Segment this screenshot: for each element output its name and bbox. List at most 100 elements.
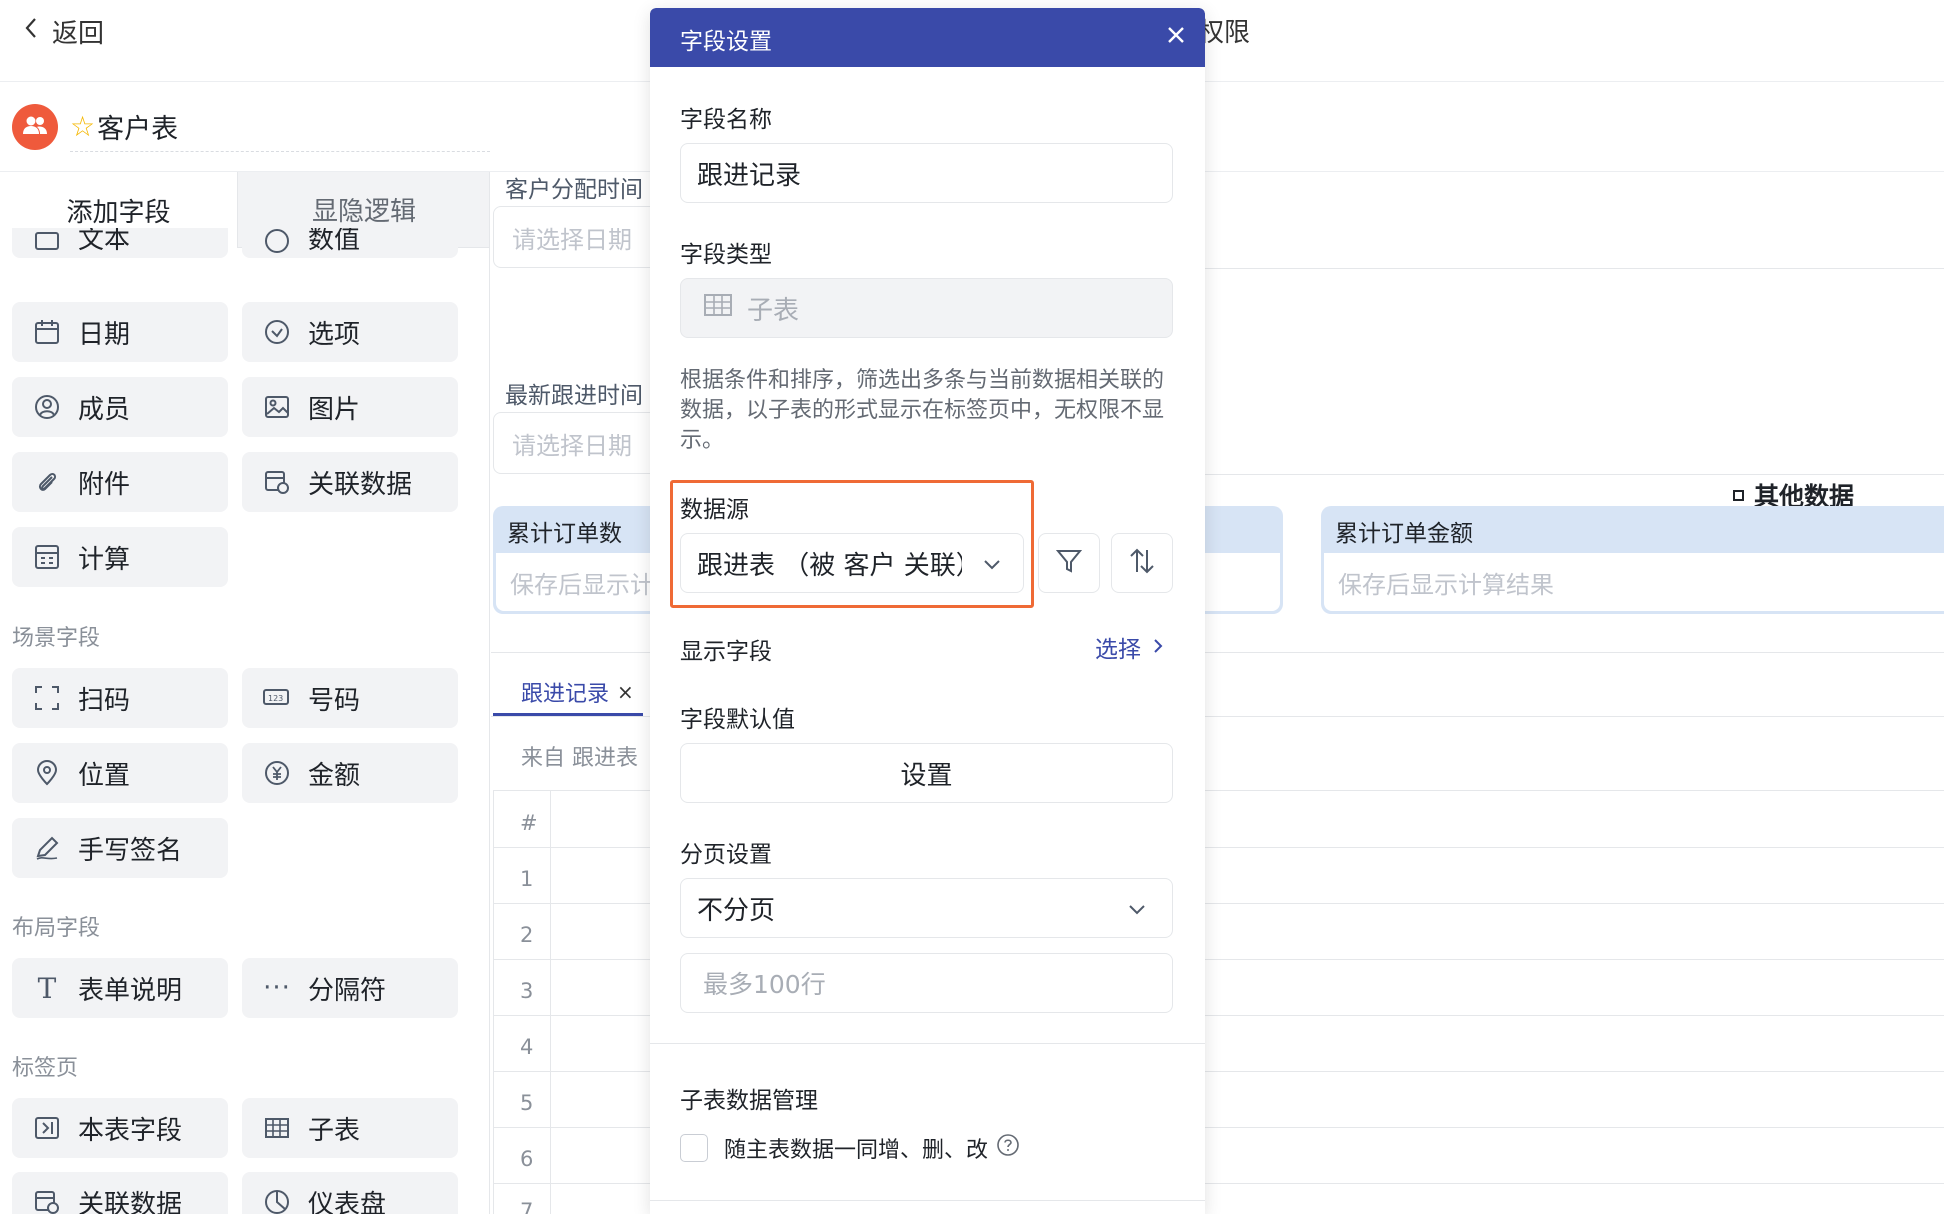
field-signature-label: 手写签名 xyxy=(78,835,183,866)
filter-icon xyxy=(1054,546,1084,580)
field-tab-related-data[interactable]: 关联数据 xyxy=(12,1172,228,1214)
field-option[interactable]: 选项 xyxy=(242,302,458,362)
field-code-number-label: 号码 xyxy=(308,685,361,716)
help-circle-icon[interactable] xyxy=(996,1133,1020,1163)
field-calculation-label: 计算 xyxy=(78,544,131,575)
star-icon[interactable]: ☆ xyxy=(70,110,95,143)
close-button[interactable] xyxy=(1161,22,1191,52)
row-number: 3 xyxy=(520,979,534,1003)
back-label: 返回 xyxy=(52,18,105,49)
tab-close-icon[interactable]: × xyxy=(617,680,634,704)
sync-checkbox-row: 随主表数据一同增、删、改 xyxy=(724,1132,1020,1164)
field-subtable-label: 子表 xyxy=(308,1115,361,1146)
paperclip-icon xyxy=(32,467,62,497)
field-dashboard[interactable]: 仪表盘 xyxy=(242,1172,458,1214)
data-source-label: 数据源 xyxy=(680,497,749,523)
ellipsis-icon: ··· xyxy=(263,973,291,1003)
svg-text:123: 123 xyxy=(268,694,283,703)
grid-table-icon xyxy=(262,1113,292,1143)
sync-checkbox-label: 随主表数据一同增、删、改 xyxy=(724,1138,989,1163)
field-location[interactable]: 位置 xyxy=(12,743,228,803)
field-form-description[interactable]: T 表单说明 xyxy=(12,958,228,1018)
field-this-table-label: 本表字段 xyxy=(78,1115,183,1146)
square-bullet-icon xyxy=(1733,489,1744,501)
section-tab-fields: 标签页 xyxy=(12,1056,79,1081)
field-date[interactable]: 日期 xyxy=(12,302,228,362)
related-data-icon xyxy=(32,1187,62,1214)
dialog-header: 字段设置 xyxy=(650,8,1205,67)
section-layout-fields: 布局字段 xyxy=(12,916,101,941)
divider-line xyxy=(1191,268,1944,269)
pagination-value: 不分页 xyxy=(697,895,776,926)
chevron-down-icon xyxy=(1128,893,1146,923)
source-note: 来自 跟进表 xyxy=(521,746,638,771)
table-fields-icon xyxy=(32,1113,62,1143)
permission-tab[interactable]: 权限 xyxy=(1198,12,1250,49)
field-amount[interactable]: 金额 xyxy=(242,743,458,803)
field-attachment[interactable]: 附件 xyxy=(12,452,228,512)
sort-button[interactable] xyxy=(1111,533,1173,593)
field-settings-dialog: 字段设置 字段名称 跟进记录 字段类型 子表 根据条件和排序，筛选出多条与当前数… xyxy=(650,8,1205,1214)
tab-follow-records-label: 跟进记录 xyxy=(521,681,610,707)
order-amount-label: 累计订单金额 xyxy=(1335,521,1473,547)
app-root: 返回 权限 ☆ 客户表 添加字段 显隐逻辑 文本 数值 日期 选项 成员 图片 … xyxy=(0,0,1944,1214)
display-fields-label: 显示字段 xyxy=(680,639,772,665)
field-option-label: 选项 xyxy=(308,319,361,350)
section-scene-fields: 场景字段 xyxy=(12,626,101,651)
tab-follow-records[interactable]: 跟进记录 × xyxy=(493,670,643,716)
default-value-set-button[interactable]: 设置 xyxy=(680,743,1173,803)
choose-label: 选择 xyxy=(1095,637,1141,663)
order-amount-card[interactable]: 累计订单金额 保存后显示计算结果 xyxy=(1321,506,1944,614)
row-number: 1 xyxy=(520,867,534,891)
field-divider[interactable]: ··· 分隔符 xyxy=(242,958,458,1018)
field-number-label: 数值 xyxy=(308,228,361,255)
grid-column-divider xyxy=(550,791,551,1214)
field-scan[interactable]: 扫码 xyxy=(12,668,228,728)
form-title[interactable]: ☆ 客户表 xyxy=(70,104,490,152)
field-type-label: 字段类型 xyxy=(680,242,772,268)
row-number: 4 xyxy=(520,1035,534,1059)
field-tab-related-data-label: 关联数据 xyxy=(78,1189,183,1214)
row-number: 6 xyxy=(520,1147,534,1171)
sync-checkbox[interactable] xyxy=(680,1134,708,1162)
field-name-input[interactable]: 跟进记录 xyxy=(680,143,1173,203)
field-text-label: 文本 xyxy=(78,228,131,255)
divider-line xyxy=(1191,474,1944,475)
chevron-right-icon xyxy=(1153,634,1163,660)
field-amount-label: 金额 xyxy=(308,760,361,791)
chevron-down-icon xyxy=(983,548,1001,578)
field-this-table[interactable]: 本表字段 xyxy=(12,1098,228,1158)
field-calculation[interactable]: 计算 xyxy=(12,527,228,587)
sort-arrows-icon xyxy=(1127,546,1157,580)
chevron-left-icon xyxy=(24,16,38,46)
field-member[interactable]: 成员 xyxy=(12,377,228,437)
field-text[interactable]: 文本 xyxy=(12,228,228,258)
option-check-icon xyxy=(262,317,292,347)
field-form-description-label: 表单说明 xyxy=(78,975,183,1006)
field-image[interactable]: 图片 xyxy=(242,377,458,437)
field-number[interactable]: 数值 xyxy=(242,228,458,258)
number-code-icon: 123 xyxy=(262,683,292,713)
choose-display-fields-link[interactable]: 选择 xyxy=(1095,630,1163,664)
app-avatar xyxy=(12,104,58,150)
dialog-title: 字段设置 xyxy=(680,29,772,55)
field-signature[interactable]: 手写签名 xyxy=(12,818,228,878)
filter-button[interactable] xyxy=(1038,533,1100,593)
member-icon xyxy=(32,392,62,422)
row-number: 5 xyxy=(520,1091,534,1115)
field-dashboard-label: 仪表盘 xyxy=(308,1189,387,1214)
field-attachment-label: 附件 xyxy=(78,469,131,500)
field-subtable[interactable]: 子表 xyxy=(242,1098,458,1158)
back-button[interactable]: 返回 xyxy=(24,12,104,50)
grid-table-icon xyxy=(703,293,733,324)
field-divider-label: 分隔符 xyxy=(308,975,387,1006)
pagination-select[interactable]: 不分页 xyxy=(680,878,1173,938)
field-code-number[interactable]: 123 号码 xyxy=(242,668,458,728)
max-rows-input[interactable]: 最多100行 xyxy=(680,953,1173,1013)
data-source-select[interactable]: 跟进表 （被 客户 关联） xyxy=(680,533,1024,593)
subtable-manage-label: 子表数据管理 xyxy=(680,1088,818,1114)
field-member-label: 成员 xyxy=(78,394,131,425)
pie-chart-icon xyxy=(262,1187,292,1214)
number-icon xyxy=(262,228,292,256)
field-related-data[interactable]: 关联数据 xyxy=(242,452,458,512)
